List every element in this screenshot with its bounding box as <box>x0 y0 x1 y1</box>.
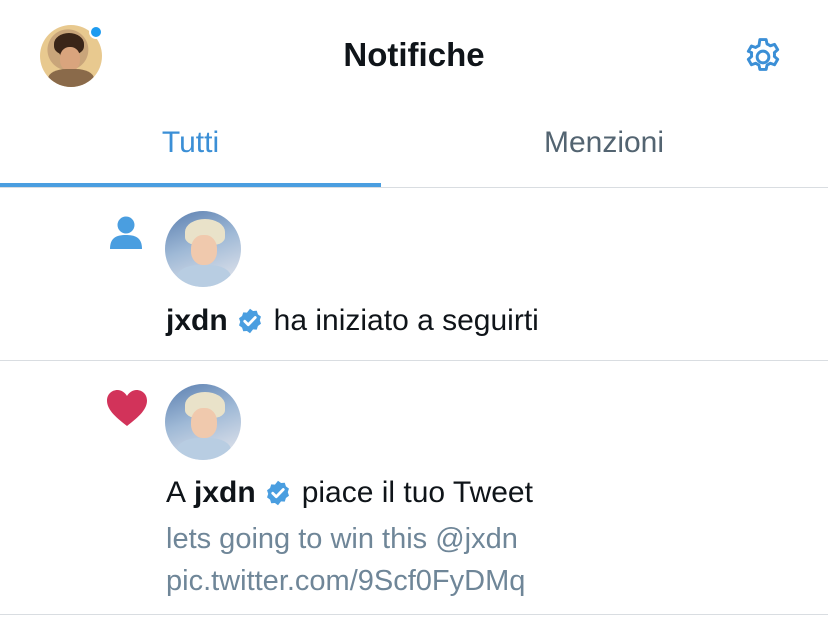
heart-icon <box>107 390 147 426</box>
tab-bar: Tutti Menzioni <box>0 110 828 188</box>
avatar-face <box>191 408 217 438</box>
user-avatar[interactable] <box>165 211 241 287</box>
tab-all[interactable]: Tutti <box>0 110 381 187</box>
page-title: Notifiche <box>343 36 485 73</box>
tweet-preview-link[interactable]: pic.twitter.com/9Scf0FyDMq <box>166 560 525 602</box>
avatar-shirt <box>177 265 231 287</box>
person-icon <box>110 216 142 249</box>
active-tab-indicator <box>0 183 381 187</box>
notification-item-follow[interactable]: jxdn ha iniziato a seguirti <box>0 188 828 361</box>
verified-badge-icon <box>266 480 289 506</box>
avatar-shirt <box>177 438 231 460</box>
gear-icon[interactable] <box>741 35 785 79</box>
verified-badge-icon <box>238 308 261 334</box>
notification-item-like[interactable]: A jxdn piace il tuo Tweet lets going to … <box>0 361 828 615</box>
tweet-preview-text[interactable]: lets going to win this @jxdn <box>166 518 518 560</box>
username[interactable]: jxdn <box>194 476 256 510</box>
notification-text: A jxdn piace il tuo Tweet <box>166 476 533 510</box>
avatar-face <box>191 235 217 265</box>
username[interactable]: jxdn <box>166 304 228 338</box>
tab-mentions[interactable]: Menzioni <box>397 110 811 187</box>
action-text: ha iniziato a seguirti <box>273 304 539 337</box>
user-avatar[interactable] <box>165 384 241 460</box>
top-bar: Notifiche <box>0 0 828 110</box>
notification-text: jxdn ha iniziato a seguirti <box>166 304 539 338</box>
action-text: piace il tuo Tweet <box>301 476 533 509</box>
prefix-text: A <box>166 476 187 509</box>
